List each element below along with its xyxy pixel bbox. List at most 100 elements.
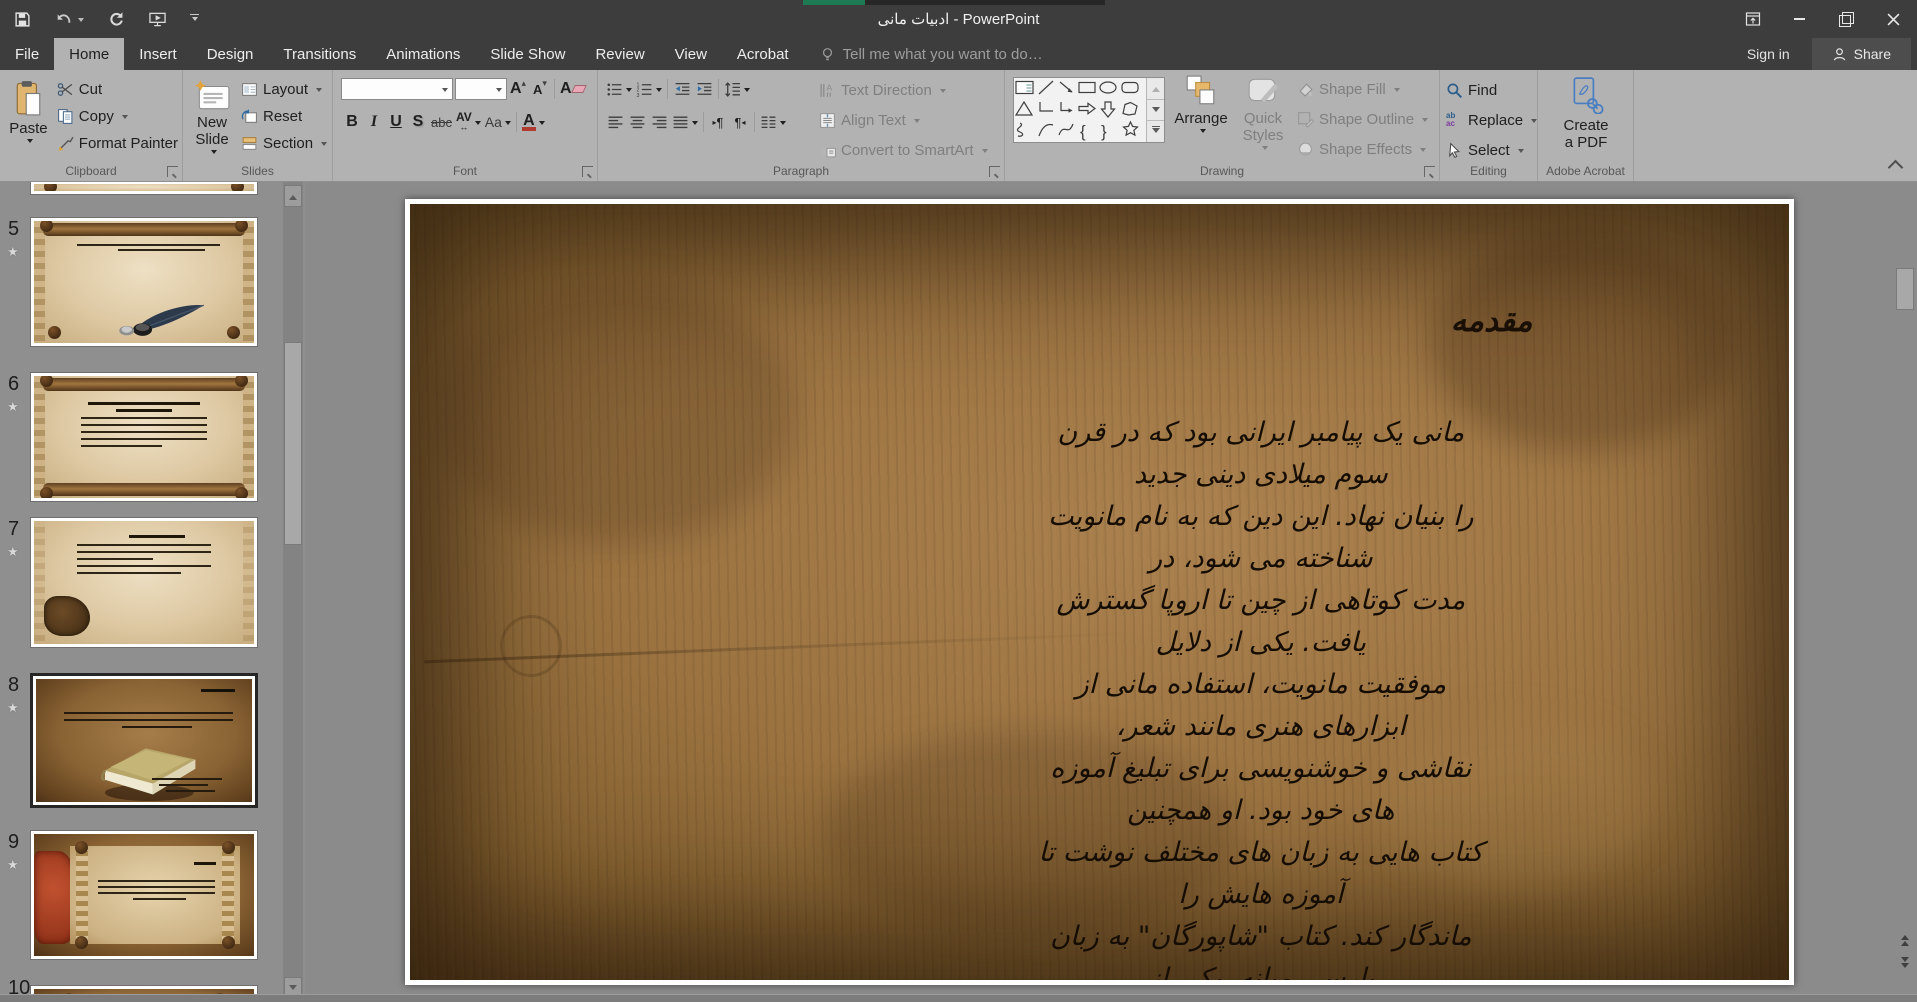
start-from-beginning-button[interactable] <box>149 11 166 28</box>
previous-slide-button[interactable] <box>1896 930 1914 950</box>
thumbnail-scroll-up-button[interactable] <box>284 185 302 207</box>
share-button[interactable]: Share <box>1812 38 1911 70</box>
format-painter-button[interactable]: Format Painter <box>57 130 178 157</box>
layout-dropdown[interactable] <box>316 88 322 95</box>
shrink-font-button[interactable]: A▾ <box>529 77 551 101</box>
minimize-button[interactable] <box>1776 0 1823 38</box>
arrange-dropdown[interactable] <box>1200 129 1206 136</box>
bullets-button[interactable] <box>604 77 634 101</box>
convert-to-smartart-dropdown[interactable] <box>982 149 988 156</box>
thumbnail-slide-4-partial[interactable] <box>30 182 258 195</box>
new-slide-button[interactable]: New Slide <box>189 74 235 158</box>
increase-indent-button[interactable] <box>693 77 715 101</box>
justify-dropdown[interactable] <box>692 121 698 128</box>
bold-button[interactable]: B <box>341 110 363 134</box>
numbering-dropdown[interactable] <box>656 88 662 95</box>
tab-review[interactable]: Review <box>580 38 659 70</box>
save-button[interactable] <box>14 11 31 28</box>
select-dropdown[interactable] <box>1518 149 1524 156</box>
convert-to-smartart-button[interactable]: Convert to SmartArt <box>819 137 988 164</box>
create-pdf-button[interactable]: Create a PDF <box>1538 70 1634 154</box>
change-case-dropdown[interactable] <box>505 121 511 128</box>
paragraph-dialog-launcher[interactable] <box>989 166 1000 177</box>
font-color-dropdown[interactable] <box>539 121 545 128</box>
strikethrough-button[interactable]: abc <box>429 110 454 134</box>
reset-button[interactable]: Reset <box>241 103 327 130</box>
italic-button[interactable]: I <box>363 110 385 134</box>
columns-button[interactable] <box>758 110 788 134</box>
shape-gallery-up-button[interactable] <box>1147 78 1164 99</box>
copy-button[interactable]: Copy <box>57 103 178 130</box>
font-color-button[interactable]: A <box>520 110 547 134</box>
sign-in-link[interactable]: Sign in <box>1725 38 1812 70</box>
replace-dropdown[interactable] <box>1531 119 1537 126</box>
select-button[interactable]: Select <box>1446 137 1537 164</box>
thumbnail-slide-7[interactable] <box>30 517 258 648</box>
shape-effects-dropdown[interactable] <box>1420 148 1426 155</box>
thumbnail-panel-scrollbar[interactable] <box>283 182 303 1002</box>
thumbnail-scrollbar-thumb[interactable] <box>284 342 302 545</box>
shape-outline-button[interactable]: Shape Outline <box>1297 106 1428 133</box>
font-dialog-launcher[interactable] <box>582 166 593 177</box>
collapse-ribbon-button[interactable] <box>1888 160 1904 176</box>
character-spacing-dropdown[interactable] <box>475 121 481 128</box>
tab-transitions[interactable]: Transitions <box>268 38 371 70</box>
slide-body-textbox[interactable]: مانی یک پیامبر ایرانی بود که در قرن سوم … <box>1033 412 1488 980</box>
main-scrollbar-thumb[interactable] <box>1896 268 1914 310</box>
align-text-button[interactable]: Align Text <box>819 107 988 134</box>
drawing-dialog-launcher[interactable] <box>1424 166 1435 177</box>
shape-outline-dropdown[interactable] <box>1422 118 1428 125</box>
copy-dropdown[interactable] <box>122 115 128 122</box>
text-direction-button[interactable]: A Text Direction <box>819 77 988 104</box>
tab-design[interactable]: Design <box>192 38 269 70</box>
undo-button[interactable] <box>55 11 84 28</box>
repeat-button[interactable] <box>108 11 125 28</box>
line-spacing-dropdown[interactable] <box>744 88 750 95</box>
undo-dropdown[interactable] <box>78 18 84 25</box>
quick-styles-button[interactable]: Quick Styles <box>1237 70 1289 154</box>
clipboard-dialog-launcher[interactable] <box>167 166 178 177</box>
thumbnail-slide-6[interactable] <box>30 372 258 502</box>
align-center-button[interactable] <box>626 110 648 134</box>
customize-qat-button[interactable] <box>190 14 199 25</box>
ribbon-display-options-button[interactable] <box>1729 0 1776 38</box>
tab-home[interactable]: Home <box>54 38 124 70</box>
shape-gallery[interactable]: { } <box>1013 77 1165 143</box>
tab-insert[interactable]: Insert <box>124 38 192 70</box>
align-left-button[interactable] <box>604 110 626 134</box>
tab-slide-show[interactable]: Slide Show <box>475 38 580 70</box>
text-shadow-button[interactable]: S <box>407 110 429 134</box>
grow-font-button[interactable]: A▴ <box>507 77 529 101</box>
left-to-right-button[interactable]: ▸¶ <box>707 110 729 134</box>
underline-button[interactable]: U <box>385 110 407 134</box>
align-right-button[interactable] <box>648 110 670 134</box>
right-to-left-button[interactable]: ¶◂ <box>729 110 751 134</box>
quick-styles-dropdown[interactable] <box>1262 146 1268 153</box>
font-size-combobox[interactable] <box>455 78 507 100</box>
tab-animations[interactable]: Animations <box>371 38 475 70</box>
shape-fill-button[interactable]: Shape Fill <box>1297 76 1428 103</box>
columns-dropdown[interactable] <box>780 121 786 128</box>
thumbnail-slide-9[interactable] <box>30 830 258 960</box>
new-slide-dropdown[interactable] <box>211 150 217 157</box>
section-button[interactable]: Section <box>241 130 327 157</box>
paste-button[interactable]: Paste <box>8 74 49 158</box>
justify-button[interactable] <box>670 110 700 134</box>
change-case-button[interactable]: Aa <box>483 110 513 134</box>
thumbnail-slide-5[interactable] <box>30 217 258 347</box>
bullets-dropdown[interactable] <box>626 88 632 95</box>
align-text-dropdown[interactable] <box>914 119 920 126</box>
layout-button[interactable]: Layout <box>241 76 327 103</box>
thumbnail-slide-8-selected[interactable] <box>30 673 258 808</box>
paste-dropdown[interactable] <box>27 139 33 146</box>
shape-gallery-more-button[interactable] <box>1147 121 1164 142</box>
cut-button[interactable]: Cut <box>57 76 178 103</box>
character-spacing-button[interactable]: AV↔ <box>454 110 483 134</box>
replace-button[interactable]: ab ac Replace <box>1446 107 1537 134</box>
decrease-indent-button[interactable] <box>671 77 693 101</box>
arrange-button[interactable]: Arrange <box>1173 70 1229 154</box>
tab-acrobat[interactable]: Acrobat <box>722 38 804 70</box>
shape-gallery-down-button[interactable] <box>1147 99 1164 122</box>
slide-title-text[interactable]: مقدمه <box>1451 303 1533 339</box>
section-dropdown[interactable] <box>321 142 327 149</box>
